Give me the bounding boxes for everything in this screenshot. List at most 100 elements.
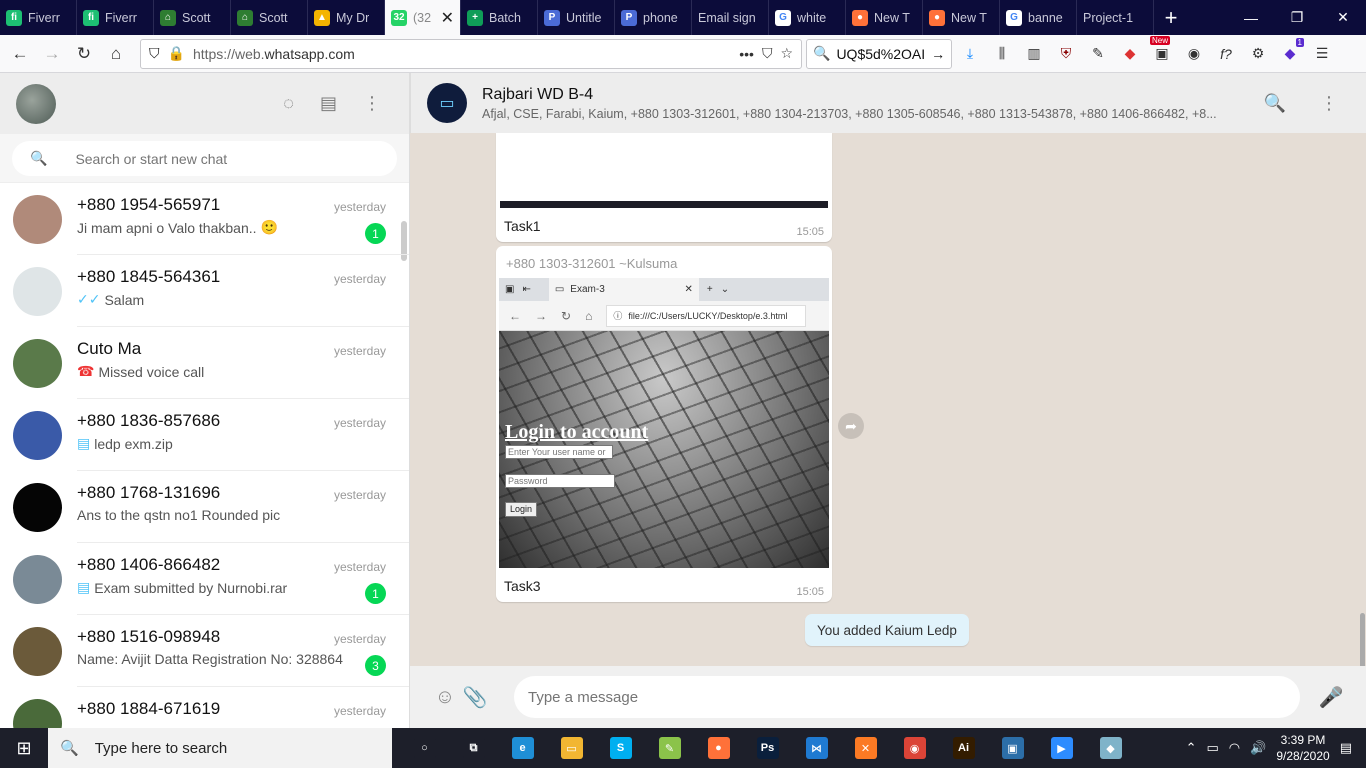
vscode-icon[interactable]: ⋈	[792, 728, 841, 768]
contact-avatar[interactable]	[13, 482, 62, 532]
search-box[interactable]: 🔍 UQ$5d%2OAI →	[806, 38, 952, 69]
clock[interactable]: 3:39 PM 9/28/2020	[1276, 732, 1329, 764]
image-thumbnail[interactable]: ▣ ⇤ ▭ Exam-3 ✕ + ⌄ ← → ↻ ⌂ ⓘ file:///C:/…	[499, 278, 829, 568]
image-message[interactable]: +880 1303-312601 ~Kulsuma ▣ ⇤ ▭ Exam-3 ✕…	[496, 246, 832, 602]
browser-tab[interactable]: ● New T	[923, 0, 1000, 35]
chat-list-item[interactable]: Cuto Ma yesterday ☎ Missed voice call	[0, 327, 409, 399]
app-icon[interactable]: ◆	[1086, 728, 1135, 768]
reload-icon[interactable]: ↻	[70, 40, 98, 68]
browser-tab[interactable]: Gbanne	[1000, 0, 1077, 35]
chat-list-item[interactable]: +880 1845-564361 yesterday ✓✓ Salam	[0, 255, 409, 327]
forward-icon[interactable]: →	[38, 40, 66, 68]
home-icon[interactable]: ⌂	[102, 40, 130, 68]
new-extension-icon[interactable]: ▣ New	[1148, 35, 1176, 68]
chat-list-item[interactable]: +880 1954-565971 yesterday Ji mam apni o V…	[0, 183, 409, 255]
browser-tab[interactable]: P Untitle	[538, 0, 615, 35]
volume-icon[interactable]: 🔊	[1250, 740, 1266, 756]
library-icon[interactable]: ⫼	[988, 40, 1016, 68]
my-avatar[interactable]	[16, 83, 56, 124]
search-icon[interactable]: 🔍	[1264, 93, 1286, 114]
status-icon[interactable]: ◌	[283, 93, 294, 114]
url-bar[interactable]: ⛉ 🔒 https://web.whatsapp.com ••• ⛉ ☆	[140, 38, 802, 69]
browser-tab[interactable]: Pphone	[615, 0, 692, 35]
image-message[interactable]: Task1 15:05	[496, 133, 832, 242]
battery-icon[interactable]: ▭	[1206, 740, 1218, 756]
app-icon[interactable]: ▣	[988, 728, 1037, 768]
pocket-icon[interactable]: ⛉	[762, 45, 773, 62]
xampp-icon[interactable]: ✕	[841, 728, 890, 768]
attach-icon[interactable]: 📎	[460, 685, 490, 710]
more-menu-icon[interactable]: ⋮	[1320, 93, 1338, 114]
new-tab-button[interactable]: +	[1154, 0, 1188, 35]
menu-icon[interactable]: ☰	[1308, 40, 1336, 68]
url-text[interactable]: https://web.whatsapp.com	[193, 46, 731, 62]
chat-list-item[interactable]: +880 1516-098948 yesterday Name: Avijit Da…	[0, 615, 409, 687]
contact-avatar[interactable]	[13, 194, 62, 244]
file-explorer-icon[interactable]: ▭	[547, 728, 596, 768]
forward-icon[interactable]: ➦	[838, 413, 864, 439]
wifi-icon[interactable]: ◠	[1229, 740, 1240, 756]
page-actions-icon[interactable]: •••	[739, 46, 754, 62]
photoshop-icon[interactable]: Ps	[743, 728, 792, 768]
chat-search-input[interactable]	[75, 150, 379, 167]
contact-avatar[interactable]	[13, 266, 62, 316]
notepadpp-icon[interactable]: ✎	[645, 728, 694, 768]
browser-tab[interactable]: ▲ My Dr	[308, 0, 385, 35]
close-tab-icon[interactable]: ✕	[441, 8, 454, 28]
back-icon[interactable]: ←	[6, 40, 34, 68]
extension-icon[interactable]: ◆ 1	[1276, 37, 1304, 68]
skype-icon[interactable]: S	[596, 728, 645, 768]
illustrator-icon[interactable]: Ai	[939, 728, 988, 768]
zoom-icon[interactable]: ▶	[1037, 728, 1086, 768]
more-menu-icon[interactable]: ⋮	[363, 93, 381, 114]
task-view-icon[interactable]: ⧉	[449, 728, 498, 768]
chevron-up-icon[interactable]: ⌃	[1186, 740, 1197, 756]
windows-start-icon[interactable]: ⊞	[0, 728, 48, 768]
chat-list-item[interactable]: +880 1406-866482 yesterday ▤ Exam submitted…	[0, 543, 409, 615]
contact-avatar[interactable]	[13, 626, 62, 676]
contact-avatar[interactable]	[13, 410, 62, 460]
microphone-icon[interactable]: 🎤	[1316, 685, 1346, 710]
browser-tab[interactable]: Project-1	[1077, 0, 1154, 35]
shield-icon[interactable]: ⛉	[149, 45, 160, 62]
contact-avatar[interactable]	[13, 698, 62, 728]
ublock-icon[interactable]: ⛨	[1052, 40, 1080, 68]
contact-avatar[interactable]	[13, 554, 62, 604]
notification-icon[interactable]: ▤	[1340, 740, 1352, 756]
font-icon[interactable]: f?	[1212, 40, 1240, 68]
message-sender[interactable]: +880 1303-312601 ~Kulsuma	[506, 256, 677, 271]
browser-tab[interactable]: fi Fiverr	[0, 0, 77, 35]
edge-icon[interactable]: e	[498, 728, 547, 768]
close-window-icon[interactable]: ✕	[1320, 0, 1366, 35]
browser-tab[interactable]: ● New T	[846, 0, 923, 35]
image-thumbnail[interactable]	[500, 133, 828, 208]
group-avatar[interactable]: ▭	[427, 83, 467, 123]
restore-icon[interactable]: ❐	[1274, 0, 1320, 35]
browser-tab[interactable]: ⌂ Scott	[154, 0, 231, 35]
chat-list-item[interactable]: +880 1768-131696 yesterday Ans to the qstn…	[0, 471, 409, 543]
bookmark-star-icon[interactable]: ☆	[780, 45, 793, 62]
minimize-icon[interactable]: —	[1228, 0, 1274, 35]
eyedropper-icon[interactable]: ✎	[1084, 40, 1112, 68]
browser-tab[interactable]: ⌂ Scott	[231, 0, 308, 35]
emoji-icon[interactable]: ☺	[430, 686, 460, 709]
eraser-icon[interactable]: ◆	[1116, 40, 1144, 68]
message-input[interactable]	[528, 688, 1286, 706]
account-icon[interactable]: ◉	[1180, 40, 1208, 68]
chrome-icon[interactable]: ◉	[890, 728, 939, 768]
contact-avatar[interactable]	[13, 338, 62, 388]
cortana-icon[interactable]: ○	[400, 728, 449, 768]
browser-tab[interactable]: fi Fiverr	[77, 0, 154, 35]
chat-list-item[interactable]: +880 1836-857686 yesterday ▤ ledp exm.zip	[0, 399, 409, 471]
firefox-icon[interactable]: ●	[694, 728, 743, 768]
browser-tab[interactable]: Gwhite	[769, 0, 846, 35]
sidebar-icon[interactable]: ▥	[1020, 40, 1048, 68]
browser-tab[interactable]: + Batch	[461, 0, 538, 35]
lock-icon[interactable]: 🔒	[168, 45, 185, 62]
search-go-icon[interactable]: →	[931, 46, 945, 62]
conversation-header[interactable]: ▭ Rajbari WD B-4 Afjal, CSE, Farabi, Kai…	[410, 73, 1366, 133]
download-icon[interactable]: ⤓	[956, 40, 984, 68]
taskbar-search[interactable]: 🔍 Type here to search	[48, 728, 392, 768]
browser-tab[interactable]: Email sign	[692, 0, 769, 35]
settings-gear-icon[interactable]: ⚙	[1244, 40, 1272, 68]
